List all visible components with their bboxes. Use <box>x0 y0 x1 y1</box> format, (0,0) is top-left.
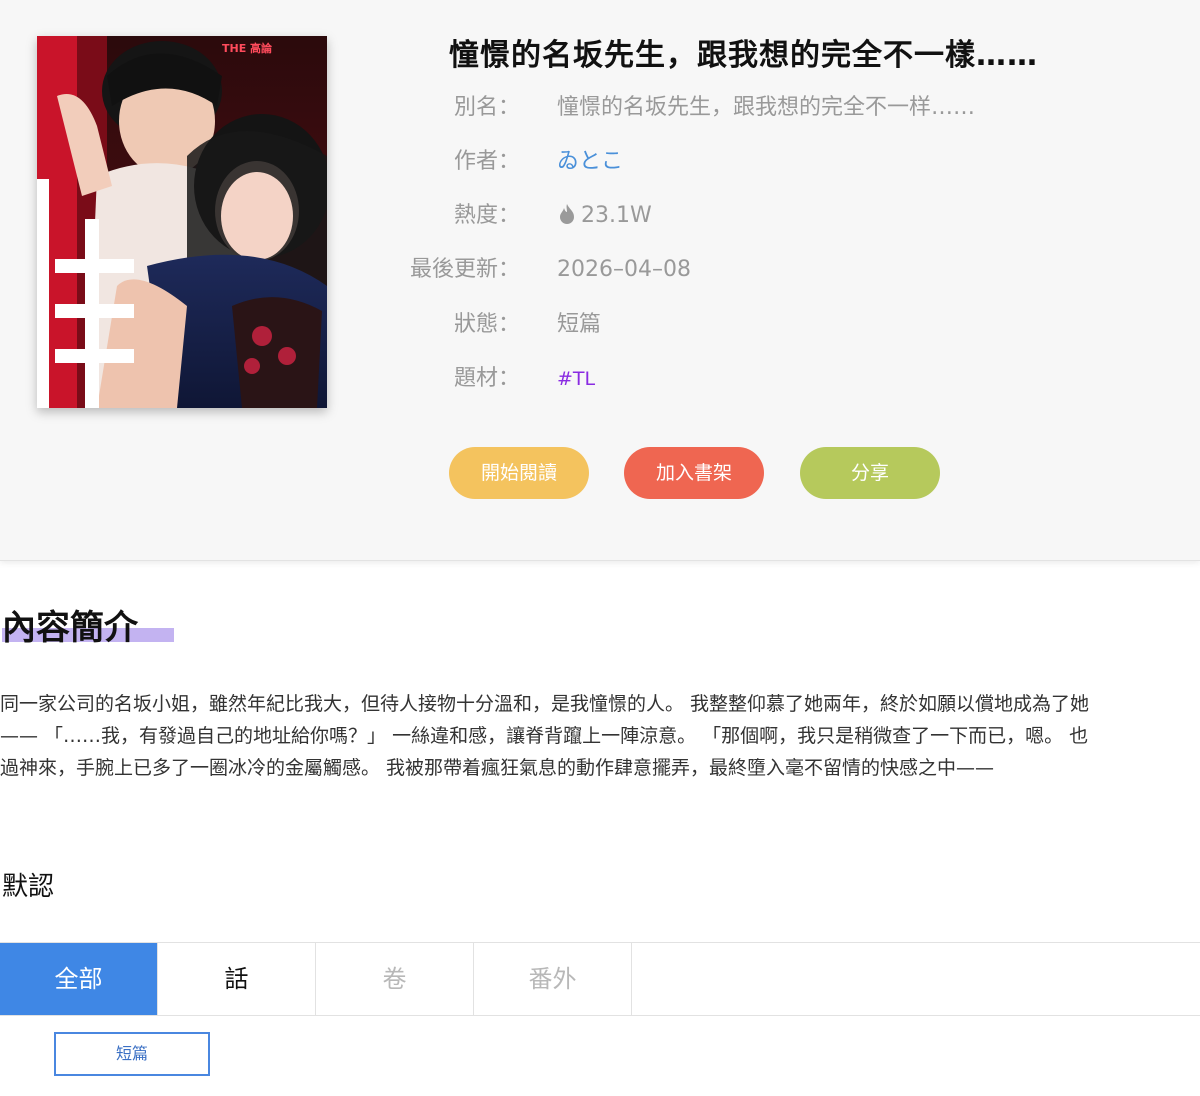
heat-row: 熱度： 23.1W <box>0 198 1200 234</box>
alias-label: 別名： <box>453 95 520 120</box>
share-button[interactable]: 分享 <box>800 447 940 499</box>
updated-label: 最後更新： <box>409 257 520 282</box>
status-value: 短篇 <box>557 312 602 337</box>
genre-label: 題材： <box>453 366 520 391</box>
tab-volumes[interactable]: 卷 <box>316 943 474 1015</box>
intro-line: —— 「……我，有發過自己的地址給你嗎？」 一絲違和感，讓脊背躥上一陣涼意。 「… <box>0 725 1089 747</box>
author-link[interactable]: ゐとこ <box>557 144 623 180</box>
add-to-shelf-button[interactable]: 加入書架 <box>624 447 764 499</box>
tab-extras[interactable]: 番外 <box>474 943 632 1015</box>
chapter-tabs: 全部 話 卷 番外 <box>0 942 1200 1016</box>
updated-row: 最後更新： 2026–04–08 <box>0 252 1200 288</box>
genre-tag[interactable]: #TL <box>557 361 595 397</box>
alias-value: 憧憬的名坂先生，跟我想的完全不一样…… <box>557 95 976 120</box>
cover-logo-text: THE 高論 <box>222 41 273 55</box>
heat-value-wrap: 23.1W <box>557 198 652 237</box>
updated-value: 2026–04–08 <box>557 257 691 282</box>
flame-icon <box>557 201 577 237</box>
intro-line: 過神來，手腕上已多了一圈冰冷的金屬觸感。 我被那帶着瘋狂氣息的動作肆意擺弄，最終… <box>0 757 995 779</box>
book-info-card: THE 高論 憧憬的名坂先生，跟我想的完全不一樣…… 別名： 憧憬的名坂先生，跟… <box>0 0 1200 561</box>
status-row: 狀態： 短篇 <box>0 307 1200 343</box>
author-label: 作者： <box>453 149 520 174</box>
sort-default-label[interactable]: 默認 <box>2 866 54 903</box>
tab-all[interactable]: 全部 <box>0 943 158 1015</box>
heat-label: 熱度： <box>453 203 520 228</box>
tab-episodes[interactable]: 話 <box>158 943 316 1015</box>
intro-text: 同一家公司的名坂小姐，雖然年紀比我大，但待人接物十分溫和，是我憧憬的人。 我整整… <box>0 688 1200 784</box>
author-row: 作者： ゐとこ <box>0 144 1200 180</box>
book-title: 憧憬的名坂先生，跟我想的完全不一樣…… <box>449 38 1038 73</box>
status-label: 狀態： <box>453 312 520 337</box>
intro-line: 同一家公司的名坂小姐，雖然年紀比我大，但待人接物十分溫和，是我憧憬的人。 我整整… <box>0 693 1090 715</box>
start-reading-button[interactable]: 開始閱讀 <box>449 447 589 499</box>
intro-heading: 內容簡介 <box>2 608 138 648</box>
heat-value: 23.1W <box>581 203 652 228</box>
chapter-item-short[interactable]: 短篇 <box>54 1032 210 1076</box>
genre-row: 題材： #TL <box>0 361 1200 397</box>
alias-row: 別名： 憧憬的名坂先生，跟我想的完全不一样…… <box>0 90 1200 126</box>
